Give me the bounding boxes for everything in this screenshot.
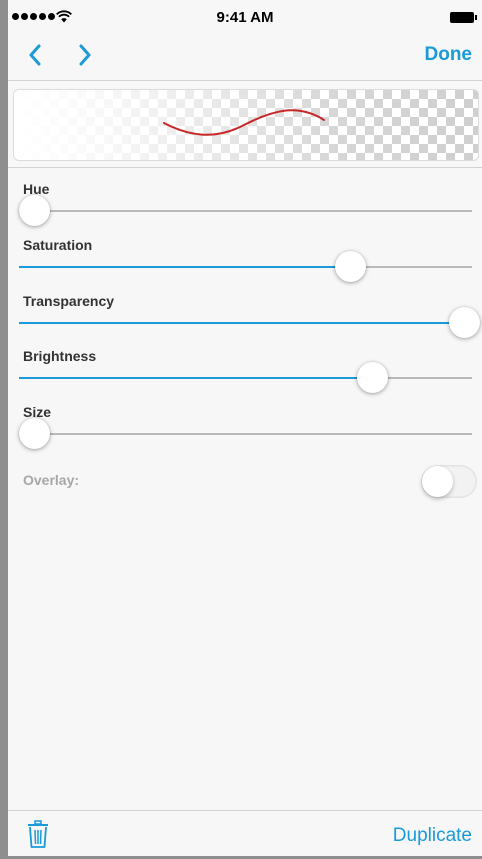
saturation-label: Saturation — [23, 237, 93, 253]
saturation-slider[interactable] — [19, 251, 472, 282]
brightness-slider[interactable] — [19, 362, 472, 393]
toggle-knob[interactable] — [422, 466, 453, 497]
brightness-label: Brightness — [23, 348, 97, 364]
forward-button[interactable] — [70, 40, 100, 70]
hue-slider-row: Hue — [8, 172, 482, 228]
duplicate-button[interactable]: Duplicate — [393, 825, 472, 847]
transparency-label: Transparency — [23, 293, 115, 309]
transparency-slider-row: Transparency — [8, 284, 482, 340]
chevron-left-icon — [29, 44, 41, 66]
overlay-toggle[interactable] — [421, 465, 477, 498]
hue-slider[interactable] — [19, 195, 472, 226]
brightness-slider-row: Brightness — [8, 339, 482, 395]
status-time: 9:41 AM — [216, 9, 274, 26]
status-bar: 9:41 AM — [8, 0, 482, 36]
chevron-right-icon — [79, 44, 91, 66]
overlay-label: Overlay: — [23, 472, 80, 488]
nav-bar: Done — [8, 36, 482, 81]
divider — [8, 167, 482, 168]
saturation-slider-row: Saturation — [8, 228, 482, 284]
brush-preview — [13, 89, 479, 161]
slider-fill — [19, 266, 350, 268]
done-button[interactable]: Done — [425, 44, 473, 66]
transparency-slider[interactable] — [19, 307, 480, 338]
slider-thumb[interactable] — [19, 195, 50, 226]
slider-thumb[interactable] — [449, 307, 480, 338]
size-slider-row: Size — [8, 395, 482, 451]
slider-fill — [19, 322, 472, 324]
slider-thumb[interactable] — [19, 418, 50, 449]
size-slider[interactable] — [19, 418, 472, 449]
slider-thumb[interactable] — [357, 362, 388, 393]
slider-fill — [19, 377, 372, 379]
slider-thumb[interactable] — [335, 251, 366, 282]
screen: 9:41 AM Done Hue Saturation Transparency Br… — [8, 0, 482, 856]
trash-icon[interactable] — [27, 820, 49, 848]
device-frame-left — [0, 0, 8, 859]
battery-icon — [450, 12, 477, 23]
bottom-toolbar: Duplicate — [8, 810, 482, 856]
back-button[interactable] — [20, 40, 50, 70]
stroke-preview — [163, 109, 325, 136]
